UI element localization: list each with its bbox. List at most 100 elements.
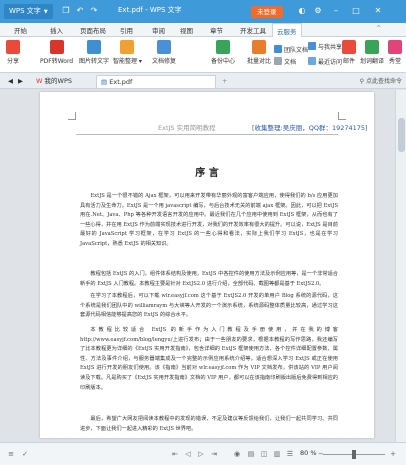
last-page-icon[interactable]: ⇥ [209,449,219,459]
repair-icon [157,40,171,54]
xiutang-button[interactable]: 秀堂 [388,40,402,65]
image-to-text-button[interactable]: 图片转文字 [79,40,109,65]
header-rule [76,134,338,135]
zoom-slider-knob[interactable] [352,450,356,459]
ribbon-toolbar: 分享 PDF转Word 图片转文字 智能整理 ▾ 文档修复 备份中心 批量对比 … [0,37,406,73]
settings-icon[interactable]: ⚙ [312,4,324,17]
pdf-to-word-button[interactable]: PDF转Word [40,40,73,65]
xiutang-icon [388,40,402,54]
first-page-icon[interactable]: ⇤ [170,449,180,459]
skin-icon[interactable]: ◐ [296,4,308,17]
tab-developer[interactable]: 开发工具 [240,25,266,35]
tab-insert[interactable]: 插入 [50,25,63,35]
tab-my-wps[interactable]: W 我的WPS [32,75,76,88]
paragraph: ExtJS 是一个很不错的 Ajax 框架，可以用来开发带有华丽外观的富客户端应… [80,193,338,247]
tab-references[interactable]: 引用 [120,25,133,35]
share-label: 分享 [6,58,19,65]
recent-button[interactable]: 最近访问 [308,57,342,66]
chevron-down-icon: ▼ [43,9,48,15]
new-tab-icon[interactable]: + [218,75,231,88]
outline-view-icon[interactable]: ☰ [285,449,295,459]
word-count-label: 文档 [284,59,297,66]
document-title: 序 言 [195,168,219,179]
backup-center-label: 备份中心 [211,58,236,65]
app-menu-button[interactable]: WPS 文字 ▼ [4,4,53,19]
zoom-level[interactable]: 80 % [300,449,317,457]
next-page-icon[interactable]: ▷ [196,449,206,459]
vertical-scrollbar[interactable] [395,90,406,442]
tab-page-layout[interactable]: 页面布局 [80,25,106,35]
smart-organize-icon [120,40,135,54]
undo-icon[interactable]: ↶ [74,4,86,17]
doc-repair-button[interactable]: 文档修复 [152,40,176,65]
batch-compare-label: 批量对比 [247,58,272,65]
minimize-icon[interactable]: – [330,4,342,17]
team-doc-button[interactable]: 团队文档 [274,45,308,54]
app-menu-label: WPS 文字 [9,7,41,15]
redo-icon[interactable]: ↷ [88,4,100,17]
page-header-left: ExtJS 实用简明教程 [158,124,216,132]
smart-organize-button[interactable]: 智能整理 ▾ [113,40,142,65]
wps-logo-icon: W [36,77,43,85]
spell-check-icon[interactable]: ✓ [20,449,30,459]
close-icon[interactable]: ✕ [372,4,384,17]
page-header-right: [收集整理:吴庆丽，QQ群：19274175] [252,124,368,132]
paragraph: 本教程比较适合 ExtJS 的新手作为入门教程及手册使用，并在我的博客 http… [80,327,338,391]
tab-my-wps-label: 我的WPS [44,77,72,85]
nav-right-icon[interactable]: ▶ [14,75,27,88]
pdf-icon [49,40,64,54]
translate-label: 划词翻译 [360,58,385,65]
with-share-icon [308,42,316,50]
command-search[interactable]: ⚲ 点此查找命令 [314,76,402,87]
word-count-button[interactable]: 文档 [274,57,296,66]
document-page[interactable]: ExtJS 实用简明教程 [收集整理:吴庆丽，QQ群：19274175] 序 言… [40,92,374,438]
margin-mark [68,112,76,120]
team-doc-label: 团队文档 [284,47,309,54]
recent-label: 最近访问 [318,59,343,66]
window-title: Ext.pdf - WPS 文字 [118,6,182,14]
image-to-text-label: 图片转文字 [79,58,110,65]
xiutang-label: 秀堂 [388,58,401,65]
tab-cloud-service[interactable]: 云服务 [272,23,302,38]
with-share-button[interactable]: 与我共享 [308,42,342,51]
tab-ext-pdf-label: Ext.pdf [109,78,133,86]
recent-icon [308,57,316,65]
paragraph: 在学习了本教程后，可以下载 wlr.easyjf.com 这个基于 ExtJS2… [80,293,338,319]
tab-ext-pdf[interactable]: ▤ Ext.pdf [96,75,216,88]
scroll-thumb[interactable] [398,118,405,152]
mail-icon [342,40,356,54]
status-icon[interactable]: ≡ [6,449,16,459]
new-doc-icon[interactable]: ❐ [60,4,72,17]
share-button[interactable]: 分享 [6,40,20,65]
tab-home[interactable]: 开始 [14,25,27,35]
prev-page-icon[interactable]: ◁ [183,449,193,459]
team-doc-icon [274,45,282,53]
ribbon-collapse-icon[interactable]: ^ [376,24,381,32]
tab-view[interactable]: 视图 [180,25,193,35]
status-bar: ≡ ✓ ⇤ ◁ ▷ ⇥ ◉ ▤ ◫ ▥ ☰ 80 % − + [0,442,406,465]
mail-label: 邮件 [342,58,355,65]
mail-button[interactable]: 邮件 [342,40,356,65]
with-share-label: 与我共享 [318,44,343,51]
backup-center-button[interactable]: 备份中心 [211,40,235,65]
document-tab-bar: ◀ ▶ W 我的WPS ▤ Ext.pdf + ⚲ 点此查找命令 [0,73,406,89]
zoom-in-icon[interactable]: + [388,449,398,459]
tab-chapter[interactable]: 章节 [210,25,223,35]
login-button[interactable]: 未登录 [251,6,283,18]
page-view-icon[interactable]: ▤ [246,449,256,459]
smart-organize-label: 智能整理 [113,58,138,65]
maximize-icon[interactable]: □ [350,4,362,17]
eye-icon[interactable]: ◉ [232,449,242,459]
web-view-icon[interactable]: ◫ [259,449,269,459]
translate-button[interactable]: 划词翻译 [360,40,384,65]
share-icon [6,40,20,54]
read-view-icon[interactable]: ▥ [272,449,282,459]
document-area: ExtJS 实用简明教程 [收集整理:吴庆丽，QQ群：19274175] 序 言… [0,90,406,442]
tab-review[interactable]: 审阅 [152,25,165,35]
paragraph: 教程包括 ExtJS 的入门，组件体系结构及使用，ExtJS 中各控件的使用方法… [80,271,338,287]
backup-icon [216,40,230,54]
batch-compare-button[interactable]: 批量对比 [247,40,271,65]
title-bar: WPS 文字 ▼ ❐ ↶ ↷ Ext.pdf - WPS 文字 未登录 ◐ ⚙ –… [0,0,406,23]
translate-icon [365,40,379,54]
compare-icon [252,40,266,54]
